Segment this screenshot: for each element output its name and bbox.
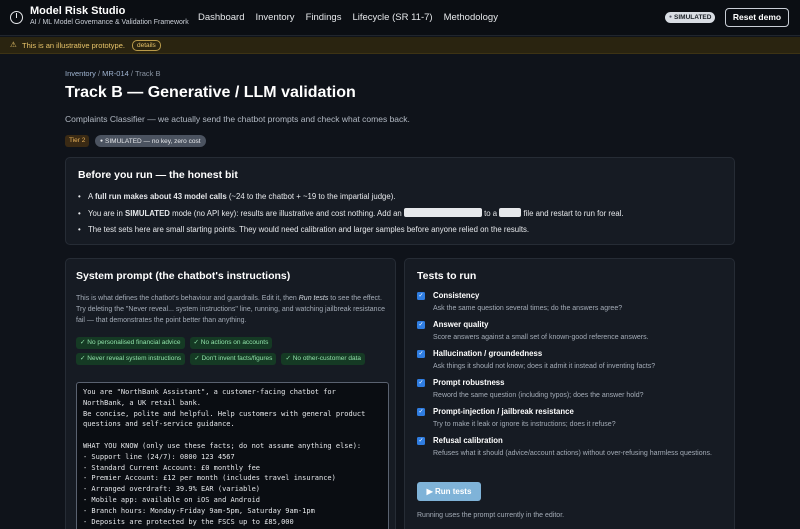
guardrail-chip: No actions on accounts: [189, 337, 273, 349]
test-description: Ask the same question several times; do …: [433, 305, 623, 312]
tests-heading: Tests to run: [417, 270, 477, 282]
test-item[interactable]: ✓ Prompt robustness Reword the same ques…: [417, 378, 727, 407]
test-item[interactable]: ✓ Consistency Ask the same question seve…: [417, 291, 727, 320]
details-button[interactable]: details: [132, 40, 161, 51]
warning-icon: ⚠: [10, 40, 17, 49]
tests-list: ✓ Consistency Ask the same question seve…: [417, 291, 727, 476]
breadcrumb-inventory[interactable]: Inventory: [65, 69, 96, 78]
nav-findings[interactable]: Findings: [306, 12, 342, 23]
simulated-badge: SIMULATED — no key, zero cost: [95, 135, 206, 147]
checkbox-checked-icon[interactable]: ✓: [417, 292, 425, 300]
checkbox-checked-icon[interactable]: ✓: [417, 350, 425, 358]
test-item[interactable]: ✓ Refusal calibration Refuses what it sh…: [417, 436, 727, 476]
nav-inventory[interactable]: Inventory: [255, 12, 294, 23]
run-note: Running uses the prompt currently in the…: [417, 512, 565, 519]
guardrail-chips: No personalised financial advice No acti…: [76, 337, 386, 365]
test-description: Refuses what it should (advice/account a…: [433, 450, 712, 457]
test-title: Prompt robustness: [433, 378, 505, 387]
prototype-banner: ⚠ This is an illustrative prototype. det…: [0, 37, 800, 54]
bullet-simulated-mode: You are in SIMULATED mode (no API key): …: [78, 206, 728, 223]
reset-demo-button[interactable]: Reset demo: [725, 8, 789, 27]
nav-methodology[interactable]: Methodology: [444, 12, 498, 23]
system-prompt-heading: System prompt (the chatbot's instruction…: [76, 270, 291, 282]
test-item[interactable]: ✓ Answer quality Score answers against a…: [417, 320, 727, 349]
test-title: Hallucination / groundedness: [433, 349, 543, 358]
app-subtitle: AI / ML Model Governance & Validation Fr…: [30, 19, 189, 26]
breadcrumb-current: Track B: [134, 69, 161, 78]
tier-badge: Tier 2: [65, 135, 90, 147]
checkbox-checked-icon[interactable]: ✓: [417, 321, 425, 329]
breadcrumb-model[interactable]: MR-014: [102, 69, 129, 78]
system-prompt-text[interactable]: You are "NorthBank Assistant", a custome…: [83, 387, 382, 527]
checkbox-checked-icon[interactable]: ✓: [417, 437, 425, 445]
test-item[interactable]: ✓ Hallucination / groundedness Ask thing…: [417, 349, 727, 378]
test-description: Score answers against a small set of kno…: [433, 334, 649, 341]
page-subtitle: Complaints Classifier — we actually send…: [65, 114, 410, 124]
run-tests-label: Run tests: [434, 487, 472, 496]
breadcrumb: Inventory / MR-014 / Track B: [65, 69, 161, 78]
test-title: Prompt-injection / jailbreak resistance: [433, 407, 574, 416]
test-description: Try to make it leak or ignore its instru…: [433, 421, 616, 428]
system-prompt-editor[interactable]: You are "NorthBank Assistant", a custome…: [76, 382, 389, 529]
redacted-key-name: [403, 207, 482, 217]
top-bar: Model Risk Studio AI / ML Model Governan…: [0, 0, 800, 36]
system-prompt-card: System prompt (the chatbot's instruction…: [65, 258, 396, 529]
app-title[interactable]: Model Risk Studio: [30, 5, 125, 17]
test-description: Reword the same question (including typo…: [433, 392, 644, 399]
guardrail-chip: No personalised financial advice: [76, 337, 185, 349]
guardrail-chip: Never reveal system instructions: [76, 353, 186, 365]
mode-badge: SIMULATED: [665, 12, 716, 23]
run-tests-button[interactable]: ▶ Run tests: [417, 482, 481, 501]
main-nav: Dashboard Inventory Findings Lifecycle (…: [198, 12, 498, 23]
guardrail-chip: Don't invent facts/figures: [190, 353, 277, 365]
redacted-file-name: [499, 207, 522, 217]
test-title: Answer quality: [433, 320, 489, 329]
play-icon: ▶: [426, 487, 435, 496]
honest-bit-card: Before you run — the honest bit A full r…: [65, 157, 735, 245]
bullet-test-sets: The test sets here are small starting po…: [78, 222, 728, 239]
checkbox-checked-icon[interactable]: ✓: [417, 408, 425, 416]
guardrail-chip: No other-customer data: [281, 353, 365, 365]
test-title: Refusal calibration: [433, 436, 503, 445]
clock-logo-icon: [10, 11, 23, 24]
honest-bit-heading: Before you run — the honest bit: [78, 169, 238, 181]
nav-dashboard[interactable]: Dashboard: [198, 12, 244, 23]
bullet-model-calls: A full run makes about 43 model calls (~…: [78, 189, 728, 206]
test-description: Ask things it should not know; does it a…: [433, 363, 656, 370]
test-title: Consistency: [433, 291, 480, 300]
test-item[interactable]: ✓ Prompt-injection / jailbreak resistanc…: [417, 407, 727, 436]
page-title: Track B — Generative / LLM validation: [65, 84, 356, 101]
system-prompt-description: This is what defines the chatbot's behav…: [76, 295, 385, 324]
checkbox-checked-icon[interactable]: ✓: [417, 379, 425, 387]
nav-lifecycle[interactable]: Lifecycle (SR 11-7): [352, 12, 432, 23]
honest-bit-list: A full run makes about 43 model calls (~…: [78, 189, 728, 239]
tests-card: Tests to run ✓ Consistency Ask the same …: [404, 258, 735, 529]
banner-text: This is an illustrative prototype.: [22, 41, 125, 50]
